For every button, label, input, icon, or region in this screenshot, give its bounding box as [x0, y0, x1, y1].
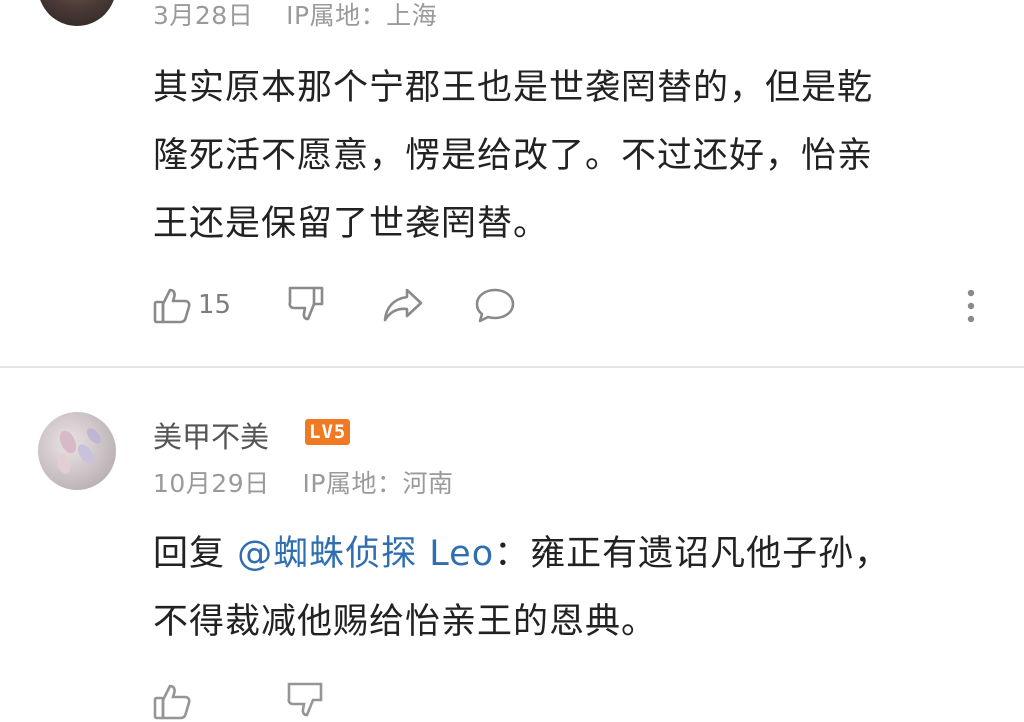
avatar[interactable]	[38, 0, 116, 26]
share-button[interactable]	[381, 284, 425, 326]
reply-text: ：雍正有遗诏凡他子孙，	[494, 534, 891, 574]
reply-prefix: 回复	[153, 534, 226, 574]
ip-location: 河南	[402, 469, 454, 498]
thumbs-up-icon	[153, 288, 191, 324]
comment-line: 隆死活不愿意，愣是给改了。不过还好，怡亲	[153, 136, 874, 176]
like-button[interactable]	[152, 680, 194, 722]
thumbs-up-icon	[153, 684, 191, 720]
more-vertical-icon	[967, 289, 975, 323]
thumbs-down-icon	[287, 682, 323, 717]
comment-date: 3月28日	[153, 1, 254, 30]
thumbs-down-icon	[288, 286, 324, 321]
nail-art-image	[57, 428, 101, 474]
comment-item: 美甲不美 LV5 10月29日 IP属地：河南 回复 @蜘蛛侦探 Leo：雍正有…	[0, 368, 1024, 720]
comment-body: 其实原本那个宁郡王也是世袭罔替的，但是乾 隆死活不愿意，愣是给改了。不过还好，怡…	[153, 54, 873, 258]
comment-line: 回复 @蜘蛛侦探 Leo：雍正有遗诏凡他子孙，	[153, 520, 890, 588]
comment-line: 王还是保留了世袭罔替。	[153, 204, 550, 244]
comment-line: 不得裁减他赐给怡亲王的恩典。	[153, 602, 658, 642]
username[interactable]: 美甲不美	[153, 414, 269, 456]
ip-label: IP属地：	[302, 469, 403, 498]
like-button[interactable]: 15	[152, 284, 231, 326]
like-count: 15	[198, 290, 232, 320]
comment-item: 3月28日 IP属地：上海 其实原本那个宁郡王也是世袭罔替的，但是乾 隆死活不愿…	[0, 0, 1024, 366]
more-options-button[interactable]	[960, 288, 982, 324]
level-badge: LV5	[305, 419, 351, 445]
comment-icon	[475, 288, 515, 323]
ip-label: IP属地：	[286, 1, 387, 30]
dislike-button[interactable]	[285, 284, 327, 326]
comment-actions	[152, 680, 326, 722]
reply-button[interactable]	[473, 284, 517, 326]
mention-link[interactable]: @蜘蛛侦探 Leo	[237, 534, 494, 574]
comment-meta: 3月28日 IP属地：上海	[153, 0, 437, 32]
comment-line: 其实原本那个宁郡王也是世袭罔替的，但是乾	[153, 68, 874, 108]
comment-date: 10月29日	[153, 469, 270, 498]
share-icon	[383, 288, 423, 322]
ip-location: 上海	[386, 1, 438, 30]
dislike-button[interactable]	[284, 680, 326, 722]
comment-meta: 10月29日 IP属地：河南	[153, 464, 454, 500]
comment-actions: 15	[152, 284, 517, 326]
avatar[interactable]	[38, 412, 116, 490]
comment-body: 回复 @蜘蛛侦探 Leo：雍正有遗诏凡他子孙， 不得裁减他赐给怡亲王的恩典。	[153, 520, 890, 656]
